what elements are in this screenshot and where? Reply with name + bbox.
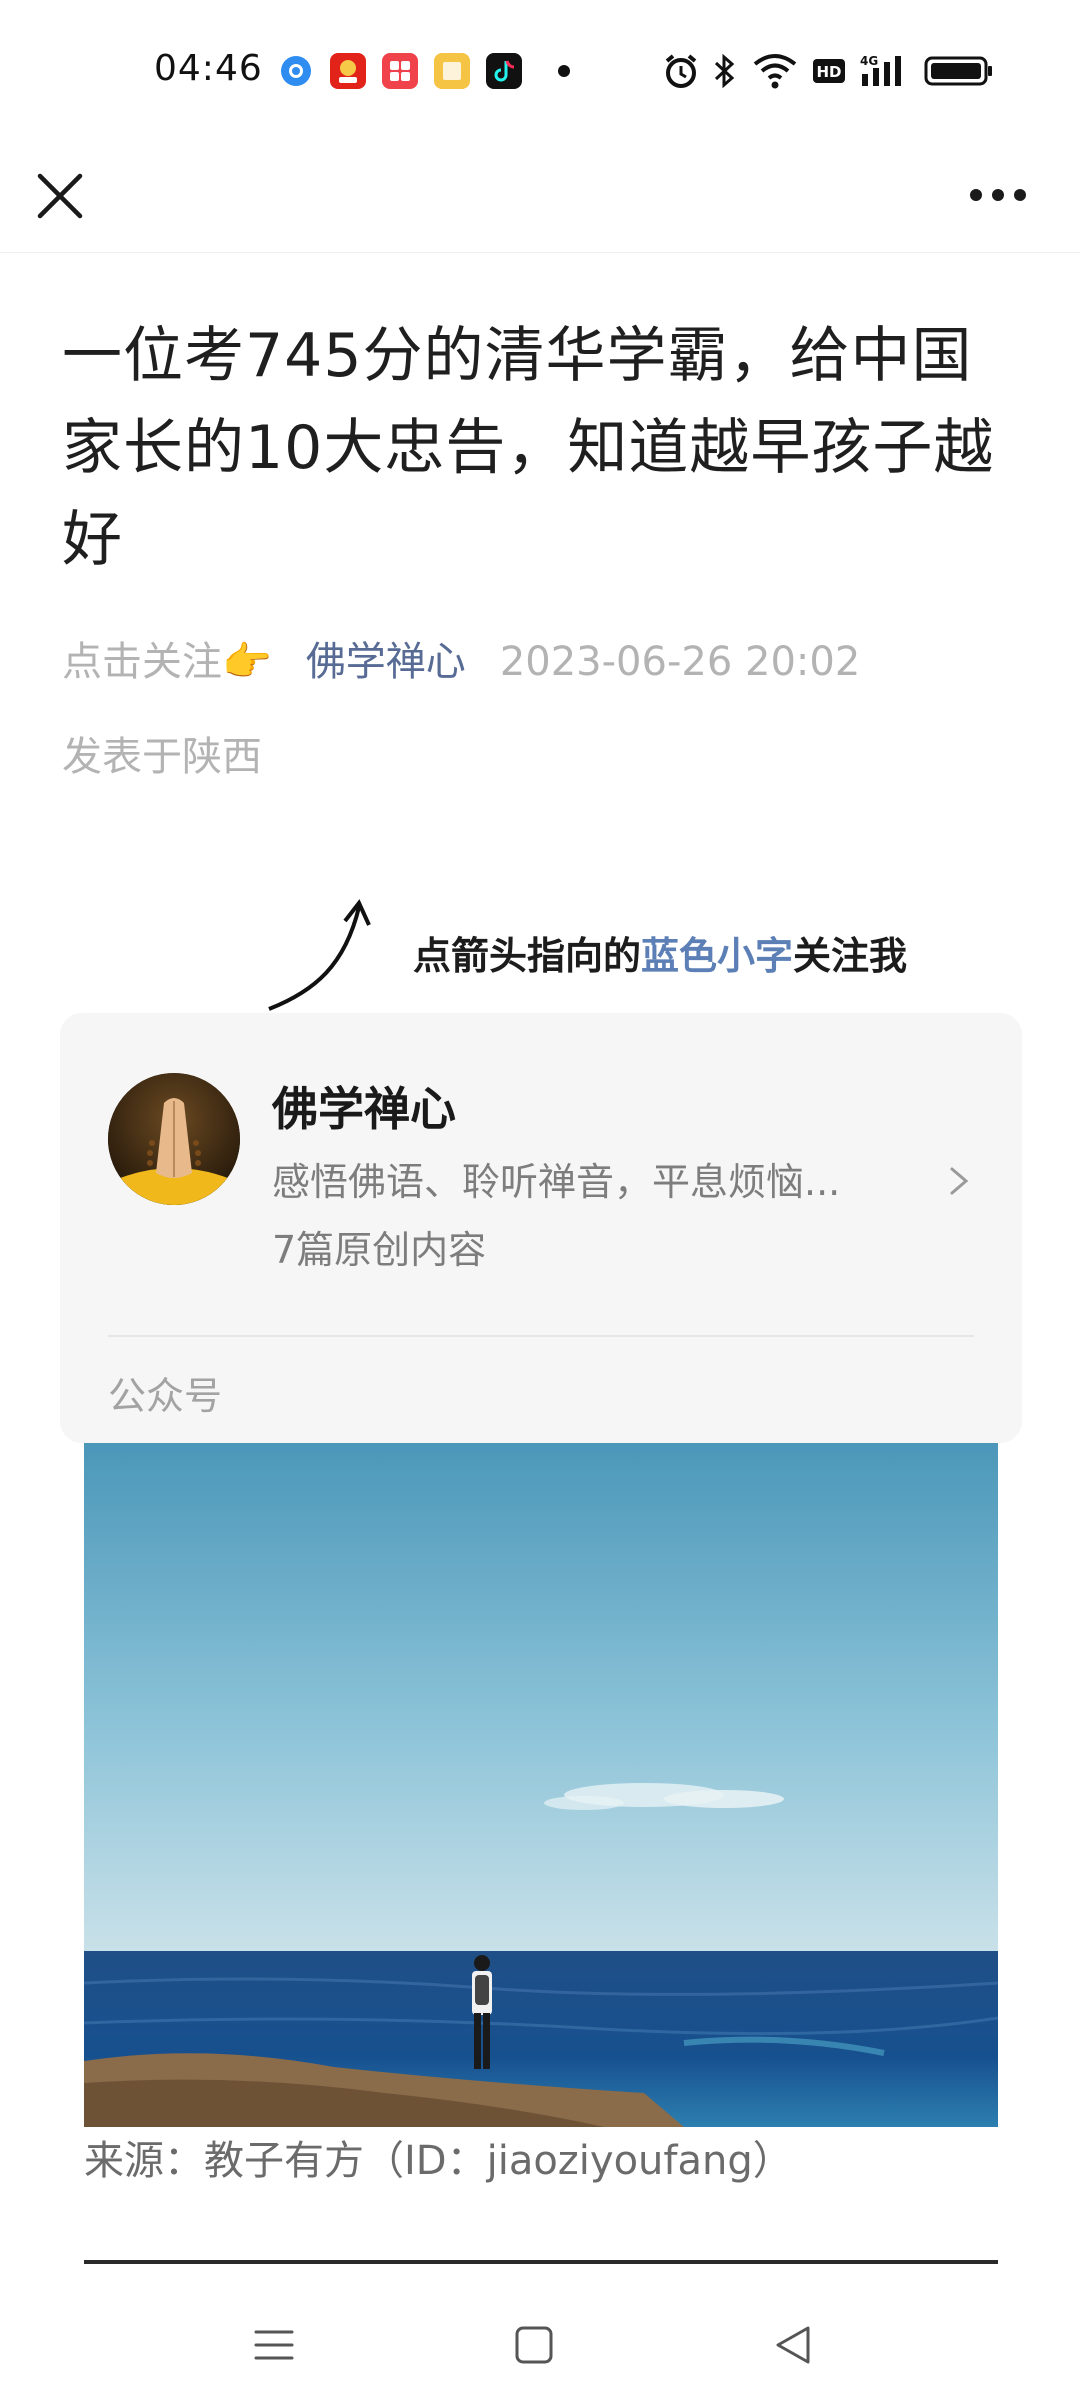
- account-name: 佛学禅心: [272, 1082, 456, 1136]
- battery-icon: [924, 52, 994, 90]
- follow-prompt: 点击关注👉: [62, 639, 272, 685]
- account-description: 感悟佛语、聆听禅音，平息烦恼...: [272, 1160, 841, 1204]
- wifi-icon: [752, 52, 798, 90]
- shopping-618-icon: [330, 53, 366, 89]
- publish-location: 发表于陕西: [62, 734, 262, 780]
- tiktok-icon: [486, 53, 522, 89]
- author-link[interactable]: 佛学禅心: [306, 634, 466, 690]
- alarm-icon: [662, 52, 700, 90]
- follow-hint-text-after: 关注我: [793, 934, 908, 978]
- avatar: [108, 1073, 240, 1205]
- account-type-label: 公众号: [108, 1374, 223, 1418]
- article-meta: 点击关注👉 佛学禅心 2023-06-26 20:02: [62, 632, 860, 690]
- image-caption: 来源：教子有方（ID：jiaoziyoufang）: [84, 2138, 793, 2184]
- browser-icon: [278, 53, 314, 89]
- red-app-icon: [382, 53, 418, 89]
- home-square-icon[interactable]: [494, 2310, 574, 2380]
- back-triangle-icon[interactable]: [754, 2310, 834, 2380]
- status-bar: 04:46 HD 4G: [0, 0, 1080, 140]
- top-navigation-bar: [0, 140, 1080, 253]
- bluetooth-icon: [712, 52, 738, 90]
- follow-hint-text-blue: 蓝色小字: [641, 934, 794, 978]
- close-icon[interactable]: [30, 152, 90, 238]
- publish-date: 2023-06-26 20:02: [499, 639, 861, 685]
- card-divider: [108, 1335, 974, 1337]
- chevron-right-icon: [944, 1151, 974, 1211]
- follow-hint-text: 点箭头指向的蓝色小字关注我: [413, 925, 907, 980]
- status-time: 04:46: [154, 48, 263, 89]
- yellow-reader-icon: [434, 53, 470, 89]
- system-navigation-bar: [0, 2290, 1080, 2400]
- article-hero-image[interactable]: [84, 1443, 998, 2127]
- svg-text:4G: 4G: [860, 54, 878, 68]
- 4g-signal-icon: 4G: [860, 52, 908, 90]
- more-dots-icon[interactable]: [960, 152, 1040, 238]
- menu-icon[interactable]: [234, 2310, 314, 2380]
- follow-hint-text-before: 点箭头指向的: [413, 934, 642, 978]
- article-title: 一位考745分的清华学霸，给中国家长的10大忠告，知道越早孩子越好: [62, 321, 995, 575]
- follow-hint-banner: 点箭头指向的蓝色小字关注我: [265, 895, 985, 1015]
- hd-icon: HD: [812, 52, 846, 90]
- curved-arrow-icon: [268, 899, 371, 1011]
- account-profile-card[interactable]: 佛学禅心 感悟佛语、聆听禅音，平息烦恼... 7篇原创内容 公众号: [60, 1013, 1022, 1443]
- notification-dot: [558, 65, 570, 77]
- original-content-count: 7篇原创内容: [272, 1228, 487, 1272]
- content-divider: [84, 2260, 998, 2264]
- svg-text:HD: HD: [816, 63, 841, 81]
